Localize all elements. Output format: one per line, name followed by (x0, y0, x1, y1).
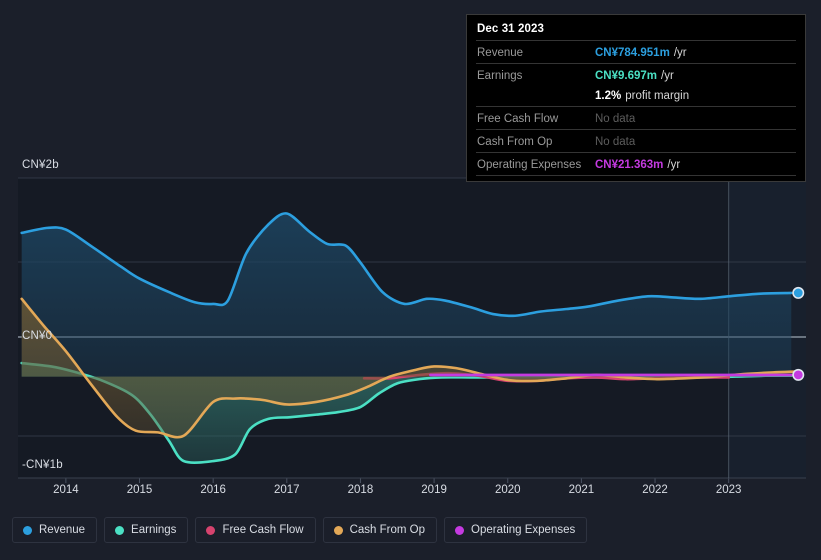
y-axis-label-bottom: -CN¥1b (22, 459, 63, 471)
data-tooltip: Dec 31 2023 Revenue CN¥784.951m/yr Earning… (466, 14, 806, 182)
legend-dot-icon (206, 525, 216, 535)
tooltip-row-unit: profit margin (625, 90, 690, 102)
tooltip-row-value: CN¥21.363m (595, 159, 664, 171)
legend-item-label: Earnings (131, 524, 177, 536)
tooltip-rows: Revenue CN¥784.951m/yr Earnings CN¥9.697m/y… (476, 40, 796, 176)
tooltip-row-label: Operating Expenses (477, 159, 582, 171)
tooltip-row-value-wrap: 1.2% profit margin (595, 86, 689, 104)
end-marker-operating-expenses[interactable] (792, 368, 805, 381)
tooltip-row: Free Cash Flow No data (476, 106, 796, 129)
tooltip-row-value: No data (595, 136, 636, 148)
tooltip-row-value: CN¥9.697m (595, 70, 658, 82)
tooltip-row-unit: /yr (661, 70, 674, 82)
legend-dot-icon (23, 525, 32, 535)
x-axis-label-2014: 2014 (53, 484, 79, 496)
tooltip-row-value: 1.2% (595, 90, 622, 102)
tooltip-row-label: Cash From Op (477, 136, 553, 148)
x-axis-label-2018: 2018 (347, 484, 374, 496)
legend-item-label: Revenue (39, 524, 86, 536)
tooltip-row-label: Free Cash Flow (477, 113, 559, 125)
tooltip-row-value-wrap: No data (595, 132, 635, 150)
x-axis-label-2020: 2020 (494, 484, 521, 496)
tooltip-row-value-wrap: CN¥9.697m/yr (595, 66, 674, 84)
x-axis-label-2017: 2017 (274, 484, 300, 496)
legend-dot-icon (115, 525, 125, 535)
tooltip-row-value-wrap: No data (595, 109, 635, 127)
chart-legend[interactable]: Revenue Earnings Free Cash Flow Cash From O… (12, 517, 588, 543)
legend-item-label: Operating Expenses (471, 524, 576, 536)
x-axis-label-2021: 2021 (568, 484, 595, 496)
end-marker-revenue[interactable] (792, 286, 805, 299)
legend-item-revenue[interactable]: Revenue (12, 517, 98, 543)
tooltip-row-label: Earnings (477, 70, 523, 82)
y-axis-label-zero: CN¥0 (22, 330, 53, 342)
tooltip-row-value: CN¥784.951m (595, 47, 670, 59)
legend-item-operating-expenses[interactable]: Operating Expenses (444, 517, 588, 543)
tooltip-row: Revenue CN¥784.951m/yr (476, 40, 796, 63)
legend-item-cash-from-op[interactable]: Cash From Op (322, 517, 438, 543)
tooltip-row-unit: /yr (673, 47, 687, 59)
x-axis-label-2016: 2016 (200, 484, 226, 496)
tooltip-row-label: Revenue (477, 47, 524, 59)
chart-page: CN¥2b CN¥0 -CN¥1b 2014 2015 2016 2017 2018 20… (0, 0, 821, 560)
legend-dot-icon (333, 525, 343, 535)
tooltip-row-value-wrap: CN¥784.951m/yr (595, 43, 687, 61)
legend-item-earnings[interactable]: Earnings (104, 517, 189, 543)
tooltip-row-value-wrap: CN¥21.363m/yr (595, 155, 680, 173)
legend-dot-icon (455, 525, 465, 535)
legend-item-label: Cash From Op (349, 524, 426, 536)
legend-item-label: Free Cash Flow (222, 524, 304, 536)
x-axis-label-2022: 2022 (642, 484, 668, 496)
x-axis-label-2019: 2019 (421, 484, 447, 496)
legend-item-free-cash-flow[interactable]: Free Cash Flow (195, 517, 316, 543)
tooltip-row-unit: /yr (667, 159, 681, 171)
x-axis-label-2015: 2015 (126, 484, 153, 496)
tooltip-row: Cash From Op No data (476, 129, 796, 152)
x-axis-label-2023: 2023 (715, 484, 742, 496)
tooltip-row-value: No data (595, 113, 636, 125)
tooltip-row: 1.2% profit margin (476, 86, 796, 106)
tooltip-date: Dec 31 2023 (477, 23, 544, 35)
tooltip-row: Earnings CN¥9.697m/yr (476, 63, 796, 86)
tooltip-row: Operating Expenses CN¥21.363m/yr (476, 152, 796, 176)
y-axis-label-top: CN¥2b (22, 159, 59, 171)
